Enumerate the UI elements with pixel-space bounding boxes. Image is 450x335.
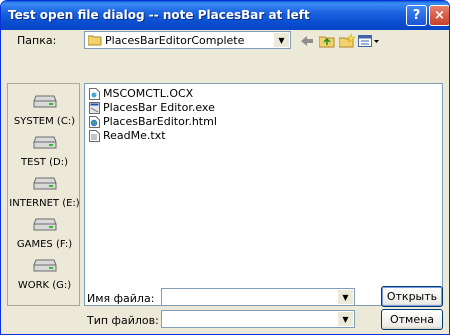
file-list[interactable]: MSCOMCTL.OCX PlacesBar Editor.exe Places…: [84, 83, 443, 306]
up-one-level-button[interactable]: [317, 33, 337, 49]
place-system-c[interactable]: SYSTEM (C:): [8, 95, 81, 127]
hard-drive-icon: [33, 177, 56, 190]
text-file-icon: [89, 129, 100, 142]
chevron-down-icon[interactable]: ▼: [274, 33, 289, 47]
file-item-placesbar-html[interactable]: PlacesBarEditor.html: [89, 115, 217, 128]
lookin-label: Папка:: [17, 34, 57, 47]
new-folder-button[interactable]: [337, 33, 357, 49]
file-item-readme[interactable]: ReadMe.txt: [89, 129, 166, 142]
places-bar: SYSTEM (C:) TEST (D:) INTERNET (E:) GAME…: [7, 83, 80, 306]
file-name: ReadMe.txt: [103, 129, 166, 142]
hard-drive-icon: [33, 136, 56, 149]
place-label: TEST (D:): [21, 157, 68, 168]
file-name: MSCOMCTL.OCX: [103, 87, 194, 100]
view-menu-icon: [358, 35, 379, 47]
new-folder-icon: [339, 34, 355, 48]
filename-combobox[interactable]: ▼: [161, 288, 355, 306]
place-work-g[interactable]: WORK (G:): [8, 259, 81, 291]
back-arrow-icon: [301, 36, 313, 46]
place-label: WORK (G:): [17, 280, 72, 291]
filetype-label: Тип файлов:: [87, 314, 159, 327]
help-button[interactable]: ?: [406, 5, 427, 26]
help-icon: ?: [412, 8, 421, 23]
hard-drive-icon: [33, 218, 56, 231]
lookin-value: PlacesBarEditorComplete: [105, 34, 245, 47]
lookin-dropdown[interactable]: PlacesBarEditorComplete ▼: [84, 31, 291, 49]
cancel-button[interactable]: Отмена: [381, 309, 443, 330]
back-button[interactable]: [297, 33, 317, 49]
view-menu-button[interactable]: [357, 33, 381, 49]
dialog-client-area: Папка: PlacesBarEditorComplete ▼ SYSTEM …: [1, 30, 449, 334]
file-item-placesbar-exe[interactable]: PlacesBar Editor.exe: [89, 101, 215, 114]
place-label: INTERNET (E:): [9, 198, 80, 209]
folder-icon: [88, 35, 102, 46]
window-title: Test open file dialog -- note PlacesBar …: [8, 8, 310, 22]
open-file-dialog: Test open file dialog -- note PlacesBar …: [0, 0, 450, 335]
file-name: PlacesBar Editor.exe: [103, 101, 215, 114]
hard-drive-icon: [33, 259, 56, 272]
hard-drive-icon: [33, 95, 56, 108]
chevron-down-icon[interactable]: ▼: [338, 312, 353, 326]
activex-file-icon: [89, 87, 100, 100]
folder-up-icon: [319, 36, 335, 48]
close-icon: ×: [434, 8, 445, 23]
filename-label: Имя файла:: [87, 292, 155, 305]
close-button[interactable]: ×: [429, 5, 449, 26]
place-test-d[interactable]: TEST (D:): [8, 136, 81, 168]
filetype-combobox[interactable]: ▼: [161, 310, 355, 328]
open-button[interactable]: Открыть: [381, 286, 443, 307]
place-games-f[interactable]: GAMES (F:): [8, 218, 81, 250]
place-label: SYSTEM (C:): [13, 116, 76, 127]
chevron-down-icon[interactable]: ▼: [338, 290, 353, 304]
file-name: PlacesBarEditor.html: [103, 115, 217, 128]
file-item-mscomctl[interactable]: MSCOMCTL.OCX: [89, 87, 193, 100]
place-label: GAMES (F:): [16, 239, 73, 250]
title-bar[interactable]: Test open file dialog -- note PlacesBar …: [1, 1, 449, 30]
html-file-icon: [89, 115, 100, 128]
exe-file-icon: [89, 101, 100, 114]
place-internet-e[interactable]: INTERNET (E:): [8, 177, 81, 209]
